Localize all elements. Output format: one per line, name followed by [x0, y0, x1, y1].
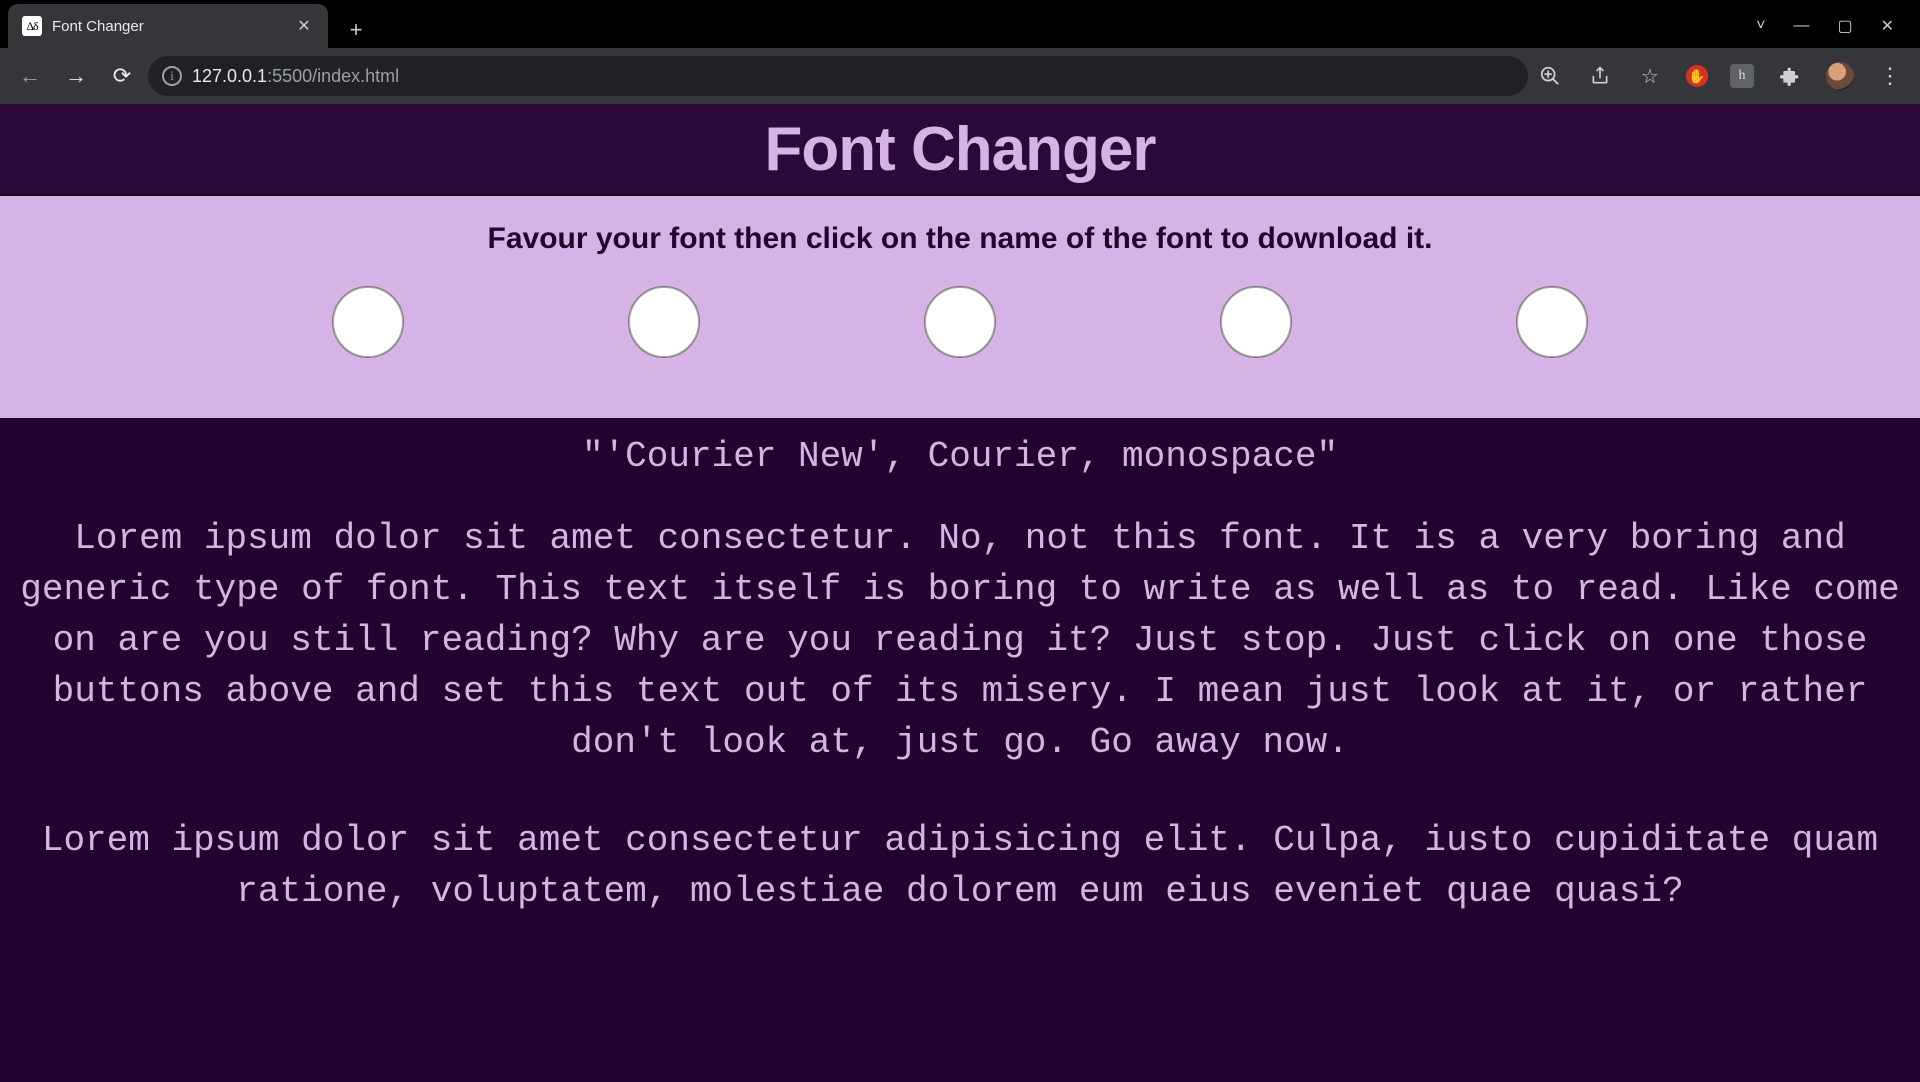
site-info-icon[interactable]: i — [162, 66, 182, 86]
browser-tab[interactable]: Δδ Font Changer ✕ — [8, 4, 328, 48]
instruction-text: Favour your font then click on the name … — [0, 222, 1920, 256]
new-tab-button[interactable]: + — [338, 12, 374, 48]
extensions-icon[interactable] — [1776, 62, 1804, 90]
tab-overview-icon[interactable]: ˅ — [1756, 17, 1765, 35]
font-button-4[interactable] — [1220, 286, 1292, 358]
browser-window: Δδ Font Changer ✕ + ˅ — ▢ ✕ ← → ⟳ i 127.… — [0, 0, 1920, 1082]
forward-button[interactable]: → — [56, 56, 96, 96]
url-text: 127.0.0.1:5500/index.html — [192, 66, 399, 87]
extension-honey-icon[interactable]: h — [1730, 64, 1754, 88]
maximize-icon[interactable]: ▢ — [1837, 16, 1852, 36]
page-viewport: Font Changer Favour your font then click… — [0, 104, 1920, 1082]
sample-paragraph-2: Lorem ipsum dolor sit amet consectetur a… — [0, 815, 1920, 917]
font-button-3[interactable] — [924, 286, 996, 358]
url-input[interactable]: i 127.0.0.1:5500/index.html — [148, 56, 1528, 96]
bookmark-star-icon[interactable]: ☆ — [1636, 62, 1664, 90]
tab-title: Font Changer — [52, 18, 144, 35]
menu-kebab-icon[interactable]: ⋮ — [1876, 62, 1904, 90]
share-icon[interactable] — [1586, 62, 1614, 90]
font-button-2[interactable] — [628, 286, 700, 358]
window-controls: ˅ — ▢ ✕ — [1756, 4, 1920, 48]
close-tab-icon[interactable]: ✕ — [294, 16, 314, 36]
favicon-icon: Δδ — [22, 16, 42, 36]
back-button[interactable]: ← — [10, 56, 50, 96]
tab-bar: Δδ Font Changer ✕ + ˅ — ▢ ✕ — [0, 0, 1920, 48]
font-buttons-row — [0, 286, 1920, 358]
content-area: "'Courier New', Courier, monospace" Lore… — [0, 418, 1920, 1082]
page-header: Font Changer — [0, 104, 1920, 196]
extension-adblock-icon[interactable]: ✋ — [1686, 65, 1708, 87]
minimize-icon[interactable]: — — [1793, 17, 1809, 35]
toolbar-right: ☆ ✋ h ⋮ — [1536, 62, 1910, 90]
page-title: Font Changer — [765, 114, 1156, 185]
font-picker-panel: Favour your font then click on the name … — [0, 196, 1920, 418]
address-bar: ← → ⟳ i 127.0.0.1:5500/index.html ☆ ✋ h … — [0, 48, 1920, 104]
sample-paragraph-1: Lorem ipsum dolor sit amet consectetur. … — [0, 513, 1920, 769]
reload-button[interactable]: ⟳ — [102, 56, 142, 96]
close-window-icon[interactable]: ✕ — [1881, 16, 1894, 36]
zoom-icon[interactable] — [1536, 62, 1564, 90]
current-font-link[interactable]: "'Courier New', Courier, monospace" — [0, 436, 1920, 477]
font-button-1[interactable] — [332, 286, 404, 358]
font-button-5[interactable] — [1516, 286, 1588, 358]
profile-avatar[interactable] — [1826, 62, 1854, 90]
